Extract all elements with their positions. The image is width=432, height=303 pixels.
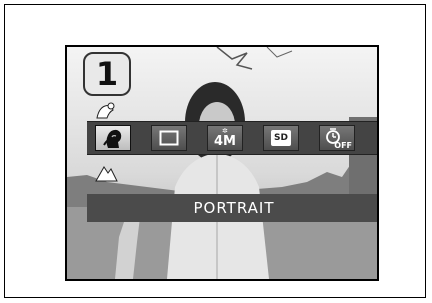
single-frame-icon	[159, 130, 179, 146]
camera-lcd-screen: 1 ✲ 4M SD OFF PORTRAIT	[65, 45, 379, 281]
storage-card-button[interactable]: SD	[263, 125, 299, 151]
figure-frame: 1 ✲ 4M SD OFF PORTRAIT	[4, 4, 426, 298]
scenery-mode-icon[interactable]	[91, 99, 121, 123]
self-timer-button[interactable]: OFF	[319, 125, 355, 151]
self-timer-off-icon: OFF	[322, 126, 352, 150]
portrait-mode-button[interactable]	[95, 125, 131, 151]
sd-card-icon: SD	[271, 130, 291, 146]
resolution-button[interactable]: ✲ 4M	[207, 125, 243, 151]
landscape-mode-icon[interactable]	[91, 160, 121, 184]
single-frame-button[interactable]	[151, 125, 187, 151]
resolution-4m-icon: ✲ 4M	[214, 127, 236, 149]
mode-label-bar: PORTRAIT	[87, 194, 377, 222]
step-number-badge: 1	[83, 52, 131, 96]
portrait-icon	[103, 129, 122, 148]
settings-menu-bar: ✲ 4M SD OFF	[87, 121, 377, 155]
